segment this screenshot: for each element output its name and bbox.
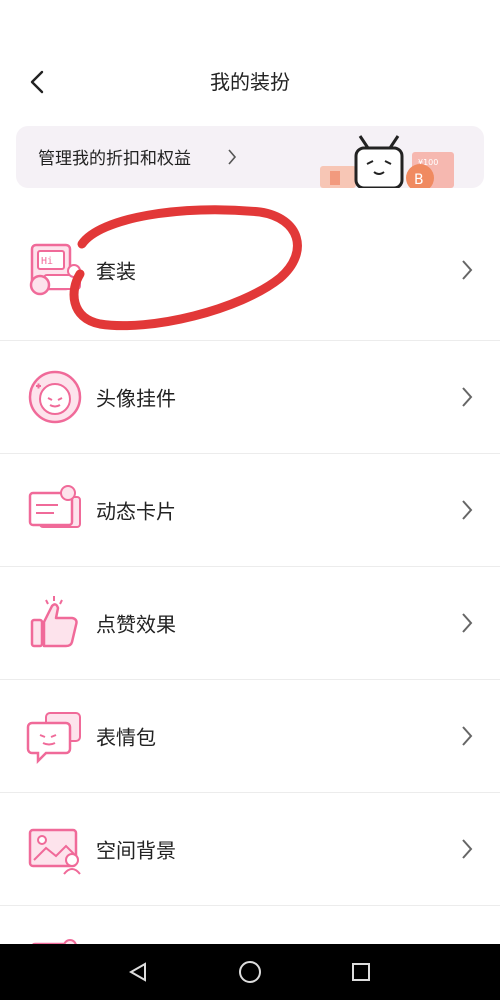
recents-square-icon: [352, 963, 370, 981]
chevron-right-icon: [462, 500, 473, 520]
dynamic-card-icon: [28, 485, 81, 528]
coin-letter: B: [414, 172, 424, 188]
header: 我的装扮: [0, 0, 500, 120]
like-effect-icon: [30, 596, 78, 648]
nav-home-button[interactable]: [236, 958, 264, 986]
suit-icon: Hi: [29, 243, 81, 296]
list-item-space-background[interactable]: 空间背景: [0, 793, 500, 906]
space-background-icon: [28, 828, 81, 875]
chevron-right-icon: [462, 387, 473, 407]
nav-back-button[interactable]: [124, 958, 152, 986]
chevron-right-icon: [462, 726, 473, 746]
menu-list: Hi 套装 头像挂件 动态卡片 点赞效果 表情包 空间背景: [0, 200, 500, 986]
list-item-avatar-pendant[interactable]: 头像挂件: [0, 341, 500, 454]
emoji-pack-icon: [26, 712, 81, 765]
chevron-right-icon: [228, 149, 237, 165]
list-item-like-effect[interactable]: 点赞效果: [0, 567, 500, 680]
chevron-right-icon: [462, 260, 473, 280]
back-triangle-icon: [128, 962, 146, 982]
banner-text: 管理我的折扣和权益: [38, 149, 191, 169]
list-item-dynamic-card[interactable]: 动态卡片: [0, 454, 500, 567]
list-item-suit[interactable]: Hi 套装: [0, 200, 500, 341]
chevron-right-icon: [462, 613, 473, 633]
avatar-pendant-icon: [28, 370, 82, 424]
nav-recents-button[interactable]: [347, 958, 375, 986]
item-label: 头像挂件: [96, 386, 176, 411]
item-label: 表情包: [96, 725, 156, 750]
benefits-banner[interactable]: 管理我的折扣和权益 ¥100 B: [16, 126, 484, 188]
mascot-tv-icon: ¥100 B: [320, 135, 454, 188]
page-title: 我的装扮: [210, 70, 290, 94]
hi-badge-text: Hi: [41, 256, 53, 267]
item-label: 动态卡片: [96, 499, 176, 524]
chevron-right-icon: [462, 839, 473, 859]
item-label: 空间背景: [96, 838, 176, 863]
home-circle-icon: [239, 961, 261, 983]
item-label: 套装: [96, 259, 136, 284]
system-nav-bar: [0, 944, 500, 1000]
list-item-emoji-pack[interactable]: 表情包: [0, 680, 500, 793]
item-label: 点赞效果: [96, 612, 176, 637]
